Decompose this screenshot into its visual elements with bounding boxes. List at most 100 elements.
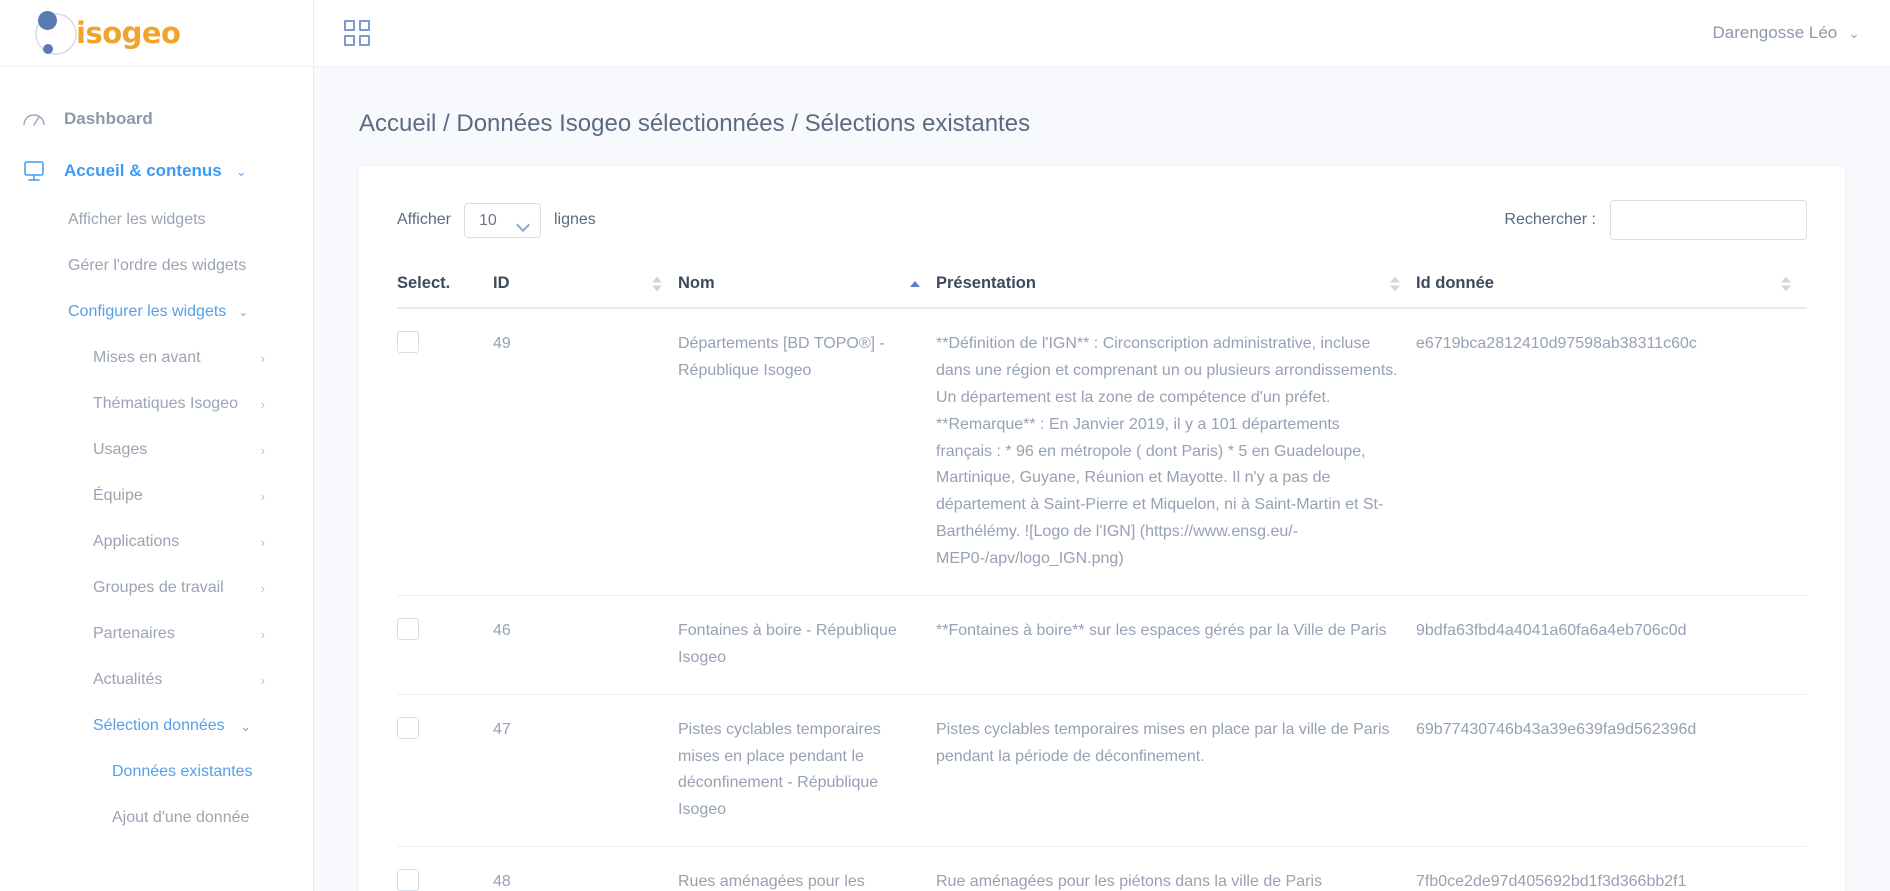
table-row: 46 Fontaines à boire - République Isogeo… [397,595,1807,695]
table-head: Select. ID Nom Présentation Id donnée [397,260,1807,309]
selections-table: Select. ID Nom Présentation Id donnée 49… [397,260,1807,891]
sidebar-item-mises-en-avant[interactable]: Mises en avant › [0,335,313,381]
sidebar-item-applications[interactable]: Applications › [0,519,313,565]
row-id: 48 [493,846,678,891]
row-checkbox[interactable] [397,617,419,640]
sidebar-item-gerer-ordre-widgets-label: Gérer l'ordre des widgets [68,257,247,274]
column-header-id[interactable]: ID [493,260,678,309]
sidebar-item-applications-label: Applications [93,533,180,550]
brand-name: isogeo [76,16,181,50]
row-presentation: Rue aménagées pour les piétons dans la v… [936,846,1416,891]
sidebar-item-partenaires[interactable]: Partenaires › [0,611,313,657]
row-id: 47 [493,694,678,848]
sidebar-item-dashboard[interactable]: Dashboard [0,93,313,145]
speedometer-icon [22,109,64,129]
search-label: Rechercher : [1504,211,1596,228]
chevron-right-icon: › [260,350,265,366]
grid-square-3 [344,35,355,46]
table-row: 47 Pistes cyclables temporaires mises en… [397,694,1807,848]
row-select-cell [397,308,493,596]
sidebar-item-actualites[interactable]: Actualités › [0,657,313,703]
row-checkbox[interactable] [397,331,419,353]
user-name: Darengosse Léo [1712,23,1838,42]
grid-apps-icon[interactable] [344,20,370,46]
page-content: Accueil / Données Isogeo sélectionnées /… [314,67,1890,891]
sidebar-item-configurer-widgets-label: Configurer les widgets [68,303,227,320]
main-area: Darengosse Léo ⌄ Accueil / Données Isoge… [314,0,1890,891]
app-root: isogeo Dashboard Accueil & contenus ⌄ Af… [0,0,1890,891]
sidebar-item-equipe[interactable]: Équipe › [0,473,313,519]
topbar: Darengosse Léo ⌄ [314,0,1890,67]
sidebar-item-ajout-donnee-label: Ajout d'une donnée [112,809,250,826]
sidebar-item-donnees-existantes-label: Données existantes [112,763,253,780]
sidebar: isogeo Dashboard Accueil & contenus ⌄ Af… [0,0,314,891]
chevron-down-icon: ⌄ [235,163,247,179]
breadcrumb: Accueil / Données Isogeo sélectionnées /… [359,110,1031,137]
row-checkbox[interactable] [397,716,419,739]
table-length-control: Afficher 10 25 50 100 lignes [397,202,596,238]
column-header-presentation[interactable]: Présentation [936,260,1416,309]
brand-logo[interactable]: isogeo [0,0,313,67]
chevron-right-icon: › [260,672,265,688]
row-select-cell [397,694,493,848]
chevron-right-icon: › [260,396,265,412]
table-search-control: Rechercher : [1504,200,1807,240]
row-nom: Fontaines à boire - République Isogeo [678,595,936,695]
chevron-right-icon: › [260,442,265,458]
grid-square-4 [359,35,370,46]
row-id: 49 [493,308,678,596]
isogeo-bubbles-logo [30,7,82,59]
sidebar-item-donnees-existantes[interactable]: Données existantes [0,749,313,795]
row-presentation: Pistes cyclables temporaires mises en pl… [936,694,1416,848]
row-id-donnee: 7fb0ce2de97d405692bd1f3d366bb2f1 [1416,846,1807,891]
row-id-donnee: e6719bca2812410d97598ab38311c60c [1416,308,1807,596]
table-row: 48 Rues aménagées pour les Rue aménagées… [397,846,1807,891]
search-input[interactable] [1610,200,1807,240]
chevron-down-icon: ⌄ [1848,25,1860,41]
row-nom: Pistes cyclables temporaires mises en pl… [678,694,936,848]
column-header-id-donnee[interactable]: Id donnée [1416,260,1807,309]
sidebar-item-accueil-contenus-label: Accueil & contenus [64,161,222,180]
user-menu[interactable]: Darengosse Léo ⌄ [1713,23,1861,43]
chevron-right-icon: › [260,580,265,596]
table-length-select[interactable]: 10 25 50 100 [463,202,541,238]
row-select-cell [397,846,493,891]
sort-indicator-id-donnee [1781,276,1791,291]
chevron-right-icon: › [260,626,265,642]
sidebar-item-groupes-de-travail[interactable]: Groupes de travail › [0,565,313,611]
sidebar-item-accueil-contenus[interactable]: Accueil & contenus ⌄ [0,145,313,197]
column-header-select-label: Select. [397,274,451,292]
sidebar-item-thematiques-isogeo-label: Thématiques Isogeo [93,395,238,412]
sidebar-item-thematiques-isogeo[interactable]: Thématiques Isogeo › [0,381,313,427]
chevron-right-icon: › [260,488,265,504]
column-header-nom-label: Nom [678,274,715,292]
sidebar-item-gerer-ordre-widgets[interactable]: Gérer l'ordre des widgets [0,243,313,289]
sidebar-item-usages[interactable]: Usages › [0,427,313,473]
table-header-row: Select. ID Nom Présentation Id donnée [397,260,1807,309]
chevron-down-icon: ⌄ [240,718,251,734]
presentation-screen-icon [22,159,64,183]
sidebar-item-actualites-label: Actualités [93,671,163,688]
chevron-right-icon: › [260,534,265,550]
row-nom: Rues aménagées pour les [678,846,936,891]
sidebar-item-dashboard-label: Dashboard [64,109,153,128]
sidebar-item-equipe-label: Équipe [93,487,143,504]
column-header-select: Select. [397,260,493,309]
data-table-card: Afficher 10 25 50 100 lignes Reche [359,166,1845,891]
grid-square-2 [359,20,370,31]
chevron-down-icon: ⌄ [238,305,249,319]
sidebar-item-configurer-widgets[interactable]: Configurer les widgets ⌄ [0,289,313,335]
table-length-prefix-label: Afficher [397,211,451,228]
sidebar-item-groupes-de-travail-label: Groupes de travail [93,579,224,596]
sidebar-item-selection-donnees[interactable]: Sélection données ⌄ [0,703,313,749]
sidebar-item-usages-label: Usages [93,441,148,458]
row-id-donnee: 9bdfa63fbd4a4041a60fa6a4eb706c0d [1416,595,1807,695]
column-header-presentation-label: Présentation [936,274,1036,292]
sidebar-item-afficher-widgets[interactable]: Afficher les widgets [0,197,313,243]
row-checkbox[interactable] [397,869,419,891]
column-header-nom[interactable]: Nom [678,260,936,309]
table-controls: Afficher 10 25 50 100 lignes Reche [397,192,1807,260]
row-id: 46 [493,595,678,695]
sidebar-item-ajout-donnee[interactable]: Ajout d'une donnée [0,795,313,841]
sort-indicator-presentation [1390,276,1400,291]
